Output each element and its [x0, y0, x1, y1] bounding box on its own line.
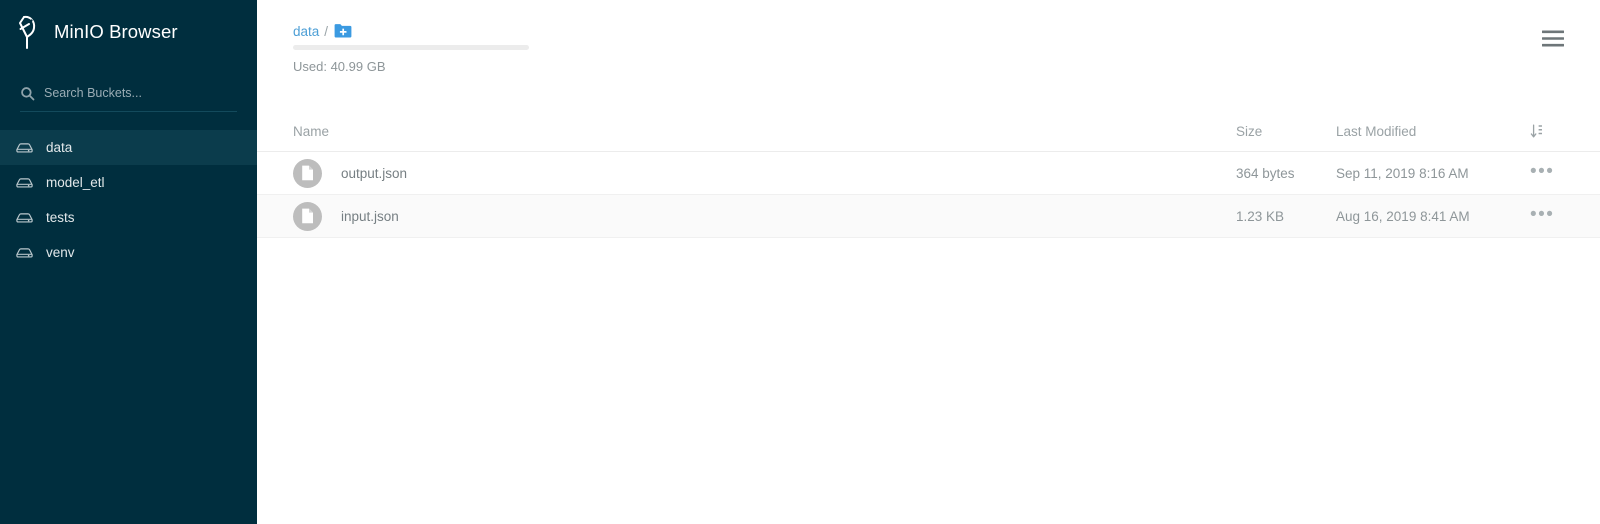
file-size: 1.23 KB: [1236, 208, 1285, 224]
bucket-list: data model_etl tests venv: [0, 130, 257, 270]
table-row[interactable]: output.json 364 bytes Sep 11, 2019 8:16 …: [257, 152, 1600, 195]
hamburger-menu-icon[interactable]: [1542, 30, 1564, 48]
topbar: data / Used: 40.99 GB: [257, 0, 1600, 112]
storage-used-label: Used: 40.99 GB: [293, 59, 386, 74]
search-icon: [20, 86, 35, 101]
column-header-size[interactable]: Size: [1218, 124, 1336, 139]
breadcrumb-separator: /: [324, 23, 329, 39]
bucket-icon: [15, 173, 34, 192]
sidebar-item-tests[interactable]: tests: [0, 200, 257, 235]
sort-arrows-icon[interactable]: [1530, 124, 1544, 139]
row-actions-menu-icon[interactable]: •••: [1530, 162, 1554, 181]
storage-progress-bar: [293, 45, 529, 50]
sidebar-item-data[interactable]: data: [0, 130, 257, 165]
row-actions-cell: •••: [1508, 162, 1600, 182]
bucket-search[interactable]: [20, 84, 237, 112]
document-icon: [293, 158, 322, 188]
sidebar-item-label: data: [46, 140, 73, 155]
app-title: MinIO Browser: [54, 21, 178, 42]
sidebar-item-model_etl[interactable]: model_etl: [0, 165, 257, 200]
minio-flamingo-logo-icon: [14, 13, 44, 51]
search-input[interactable]: [44, 86, 237, 100]
breadcrumb-bucket-link[interactable]: data: [293, 24, 319, 39]
bucket-icon: [15, 208, 34, 227]
row-actions-cell: •••: [1508, 205, 1600, 225]
file-name[interactable]: output.json: [341, 166, 407, 181]
sidebar-item-label: model_etl: [46, 175, 105, 190]
row-actions-menu-icon[interactable]: •••: [1530, 205, 1554, 224]
column-header-name[interactable]: Name: [293, 124, 1218, 139]
sidebar: MinIO Browser data: [0, 0, 257, 524]
file-name[interactable]: input.json: [341, 209, 399, 224]
column-header-sort: [1508, 124, 1600, 139]
file-last-modified: Sep 11, 2019 8:16 AM: [1336, 165, 1469, 181]
file-name-cell: input.json: [293, 201, 1218, 231]
sidebar-item-label: venv: [46, 245, 75, 260]
storage-usage: Used: 40.99 GB: [293, 45, 529, 74]
table-row[interactable]: input.json 1.23 KB Aug 16, 2019 8:41 AM …: [257, 195, 1600, 238]
document-icon: [293, 201, 322, 231]
file-name-cell: output.json: [293, 158, 1218, 188]
minio-browser-app: MinIO Browser data: [0, 0, 1600, 524]
table-header-row: Name Size Last Modified: [257, 112, 1600, 152]
bucket-icon: [15, 243, 34, 262]
main-content: data / Used: 40.99 GB Name Size Last Mod…: [257, 0, 1600, 524]
file-last-modified: Aug 16, 2019 8:41 AM: [1336, 208, 1470, 224]
breadcrumb: data /: [293, 0, 1566, 39]
file-size: 364 bytes: [1236, 165, 1295, 181]
folder-plus-icon[interactable]: [334, 23, 352, 39]
brand-header: MinIO Browser: [0, 0, 257, 64]
file-table: Name Size Last Modified output.json 364 …: [257, 112, 1600, 238]
bucket-icon: [15, 138, 34, 157]
sidebar-item-venv[interactable]: venv: [0, 235, 257, 270]
sidebar-item-label: tests: [46, 210, 75, 225]
column-header-last-modified[interactable]: Last Modified: [1336, 124, 1508, 139]
